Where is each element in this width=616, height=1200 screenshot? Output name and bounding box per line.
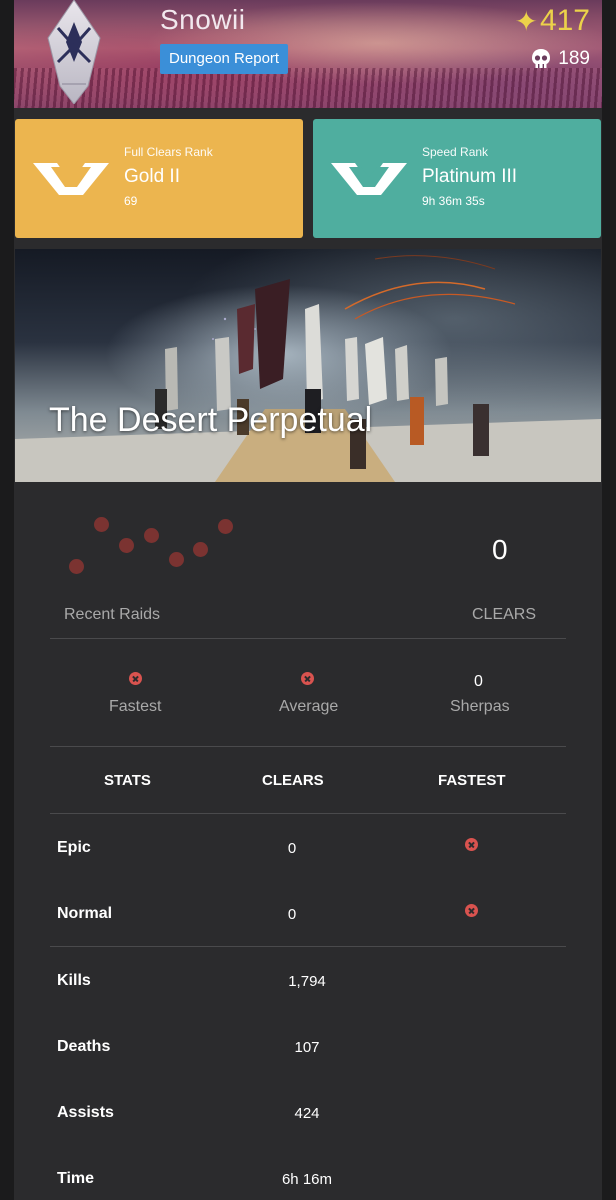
rank-tier: Platinum III: [422, 166, 518, 187]
sherpas-label: Sherpas: [450, 698, 510, 715]
power-level: ✦ 417: [514, 4, 590, 38]
rank-label: Full Clears Rank: [124, 145, 213, 159]
dungeon-report-button[interactable]: Dungeon Report: [160, 44, 289, 74]
difficulty-clears-normal: 0: [287, 906, 297, 923]
rank-chevron-icon: [331, 163, 407, 195]
triumph-score-value: 189: [558, 48, 590, 69]
stat-label-time: Time: [57, 1170, 95, 1187]
rank-value: 69: [124, 194, 138, 208]
normal-fastest-none-icon: [465, 904, 478, 917]
recent-raid-dot[interactable]: [218, 519, 233, 534]
triumph-score: 189: [530, 48, 590, 70]
rank-chevron-icon: [33, 163, 109, 195]
divider: [50, 946, 566, 947]
column-header-clears: CLEARS: [262, 772, 324, 789]
full-clears-rank-card[interactable]: Full Clears Rank Gold II 69: [15, 119, 303, 238]
recent-raid-dot[interactable]: [193, 542, 208, 557]
player-name: Snowii: [160, 4, 246, 35]
difficulty-label-normal: Normal: [57, 905, 113, 922]
divider: [50, 813, 566, 814]
recent-raid-dot[interactable]: [69, 559, 84, 574]
stat-label-kills: Kills: [57, 972, 91, 989]
recent-raid-dot[interactable]: [119, 538, 134, 553]
rank-label: Speed Rank: [422, 145, 489, 159]
divider: [50, 638, 566, 639]
epic-fastest-none-icon: [465, 838, 478, 851]
recent-raids-label: Recent Raids: [64, 606, 161, 623]
speed-rank-card[interactable]: Speed Rank Platinum III 9h 36m 35s: [313, 119, 601, 238]
sherpas-count: 0: [474, 673, 483, 690]
stat-value-kills: 1,794: [288, 973, 326, 990]
fastest-none-icon: [129, 672, 142, 685]
rank-tier: Gold II: [124, 166, 180, 187]
clears-label: CLEARS: [472, 606, 537, 623]
clan-emblem-icon: [47, 0, 101, 104]
desert-perpetual-scene-icon: [15, 255, 601, 482]
activity-hero-image: The Desert Perpetual: [15, 249, 601, 482]
recent-raid-dot[interactable]: [94, 517, 109, 532]
stat-value-assists: 424: [294, 1105, 320, 1122]
difficulty-label-epic: Epic: [57, 839, 91, 856]
stat-label-deaths: Deaths: [57, 1038, 111, 1055]
recent-raid-dot[interactable]: [169, 552, 184, 567]
column-header-stats: STATS: [104, 772, 151, 789]
recent-raid-dot[interactable]: [144, 528, 159, 543]
activity-title: The Desert Perpetual: [49, 401, 373, 439]
column-header-fastest: FASTEST: [438, 772, 506, 789]
difficulty-clears-epic: 0: [287, 840, 297, 857]
skull-icon: [532, 49, 551, 68]
power-star-icon: ✦: [514, 5, 538, 37]
average-label: Average: [279, 698, 339, 715]
power-level-value: 417: [539, 4, 590, 37]
stat-value-time: 6h 16m: [281, 1171, 333, 1188]
page-frame-right: [602, 0, 616, 1200]
divider: [50, 746, 566, 747]
rank-value: 9h 36m 35s: [422, 194, 485, 208]
profile-banner: Snowii Dungeon Report ✦ 417 189: [14, 0, 602, 108]
average-none-icon: [301, 672, 314, 685]
fastest-label: Fastest: [109, 698, 162, 715]
page-frame-left: [0, 0, 14, 1200]
stat-label-assists: Assists: [57, 1104, 114, 1121]
clears-count: 0: [492, 534, 508, 565]
stat-value-deaths: 107: [294, 1039, 320, 1056]
